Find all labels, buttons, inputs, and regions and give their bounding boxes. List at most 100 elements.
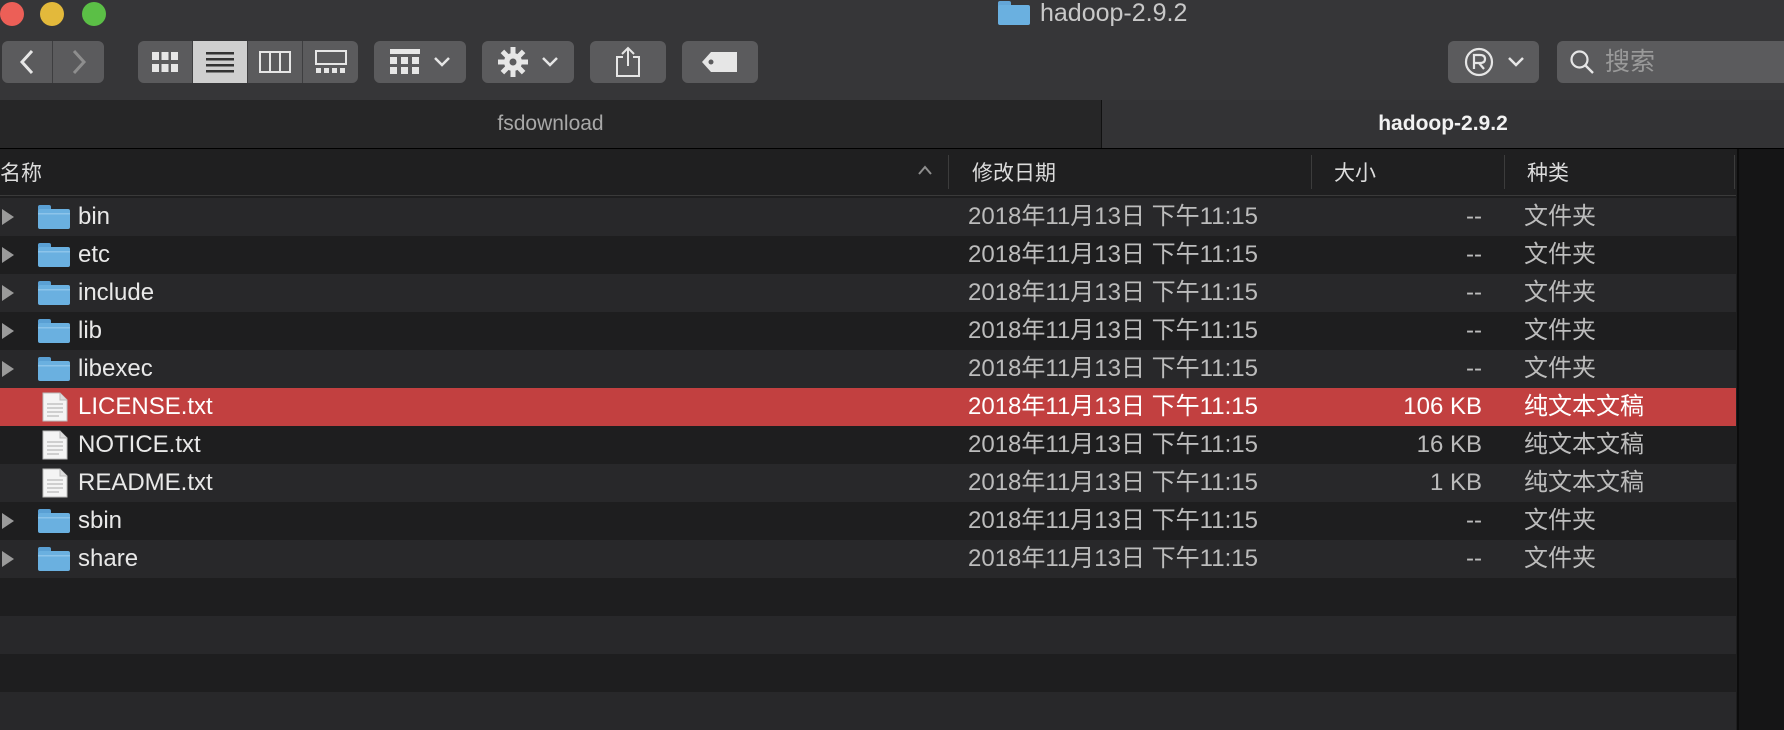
window-title-text: hadoop-2.9.2 xyxy=(1040,0,1188,27)
file-row[interactable]: NOTICE.txt 2018年11月13日 下午11:15 16 KB 纯文本… xyxy=(0,426,1736,464)
disclosure-triangle-icon[interactable] xyxy=(2,551,14,567)
empty-row xyxy=(0,616,1736,654)
text-document-icon xyxy=(38,468,68,505)
share-icon xyxy=(615,46,641,78)
chevron-left-icon xyxy=(19,49,35,75)
file-size: -- xyxy=(1466,355,1482,382)
icon-view-button[interactable] xyxy=(138,41,193,83)
file-name: include xyxy=(78,279,155,306)
app-menu-button[interactable] xyxy=(1448,41,1539,83)
file-size: -- xyxy=(1466,507,1482,534)
file-row[interactable]: sbin 2018年11月13日 下午11:15 -- 文件夹 xyxy=(0,502,1736,540)
sort-ascending-icon[interactable] xyxy=(918,165,932,175)
file-kind: 文件夹 xyxy=(1524,545,1596,572)
column-header-kind[interactable]: 种类 xyxy=(1527,149,1569,195)
chevron-down-icon xyxy=(434,57,450,67)
file-list: bin 2018年11月13日 下午11:15 -- 文件夹 etc 2018年… xyxy=(0,198,1736,730)
minimize-window-button[interactable] xyxy=(40,2,64,26)
columns-icon xyxy=(259,50,291,74)
file-size: 1 KB xyxy=(1429,469,1482,496)
tab-hadoop[interactable]: hadoop-2.9.2 xyxy=(1102,100,1784,148)
empty-row xyxy=(0,692,1736,730)
search-field[interactable] xyxy=(1557,41,1784,83)
file-kind: 文件夹 xyxy=(1524,317,1596,344)
file-row[interactable]: etc 2018年11月13日 下午11:15 -- 文件夹 xyxy=(0,236,1736,274)
gallery-view-button[interactable] xyxy=(303,41,358,83)
gallery-icon xyxy=(314,50,347,74)
disclosure-triangle-icon[interactable] xyxy=(2,285,14,301)
forward-button[interactable] xyxy=(53,41,104,83)
file-name: lib xyxy=(78,317,103,344)
file-date: 2018年11月13日 下午11:15 xyxy=(968,431,1258,458)
column-view-button[interactable] xyxy=(248,41,303,83)
gear-icon xyxy=(498,47,528,77)
file-name: LICENSE.txt xyxy=(78,393,213,420)
action-button[interactable] xyxy=(482,41,574,83)
registered-icon xyxy=(1464,47,1494,77)
file-kind: 文件夹 xyxy=(1524,279,1596,306)
tab-bar: fsdownload hadoop-2.9.2 xyxy=(0,100,1784,149)
file-size: -- xyxy=(1466,203,1482,230)
window-toolbar: hadoop-2.9.2 xyxy=(0,0,1784,101)
disclosure-triangle-icon[interactable] xyxy=(2,513,14,529)
folder-icon xyxy=(38,319,70,350)
file-row[interactable]: share 2018年11月13日 下午11:15 -- 文件夹 xyxy=(0,540,1736,578)
maximize-window-button[interactable] xyxy=(82,2,106,26)
group-by-button[interactable] xyxy=(374,41,466,83)
file-kind: 文件夹 xyxy=(1524,507,1596,534)
file-row-selected[interactable]: LICENSE.txt 2018年11月13日 下午11:15 106 KB 纯… xyxy=(0,388,1736,426)
file-size: 106 KB xyxy=(1403,393,1482,420)
column-header-name[interactable]: 名称 xyxy=(0,149,42,195)
navigation-group xyxy=(2,41,104,83)
file-kind: 文件夹 xyxy=(1524,203,1596,230)
file-name: NOTICE.txt xyxy=(78,431,201,458)
column-header-size[interactable]: 大小 xyxy=(1334,149,1376,195)
search-icon xyxy=(1569,49,1595,75)
search-input[interactable] xyxy=(1603,46,1784,78)
empty-row xyxy=(0,654,1736,692)
view-mode-group xyxy=(138,41,358,83)
list-view-button[interactable] xyxy=(193,41,248,83)
chevron-down-icon xyxy=(542,57,558,67)
file-name: README.txt xyxy=(78,469,213,496)
file-date: 2018年11月13日 下午11:15 xyxy=(968,241,1258,268)
grid-icon xyxy=(151,50,179,74)
file-name: share xyxy=(78,545,139,572)
file-kind: 纯文本文稿 xyxy=(1524,431,1644,458)
disclosure-triangle-icon[interactable] xyxy=(2,323,14,339)
file-kind: 文件夹 xyxy=(1524,241,1596,268)
column-divider[interactable] xyxy=(1311,155,1312,189)
folder-icon xyxy=(998,1,1030,25)
window-title: hadoop-2.9.2 xyxy=(998,0,1188,27)
file-date: 2018年11月13日 下午11:15 xyxy=(968,545,1258,572)
file-name: sbin xyxy=(78,507,123,534)
file-kind: 文件夹 xyxy=(1524,355,1596,382)
empty-row xyxy=(0,578,1736,616)
text-document-icon xyxy=(38,392,68,429)
column-divider[interactable] xyxy=(1504,155,1505,189)
close-window-button[interactable] xyxy=(0,2,24,26)
file-row[interactable]: bin 2018年11月13日 下午11:15 -- 文件夹 xyxy=(0,198,1736,236)
group-grid-icon xyxy=(390,49,420,75)
chevron-down-icon xyxy=(1507,57,1524,67)
column-header-date[interactable]: 修改日期 xyxy=(972,149,1056,195)
chevron-right-icon xyxy=(71,49,87,75)
column-divider xyxy=(1734,155,1735,189)
file-row[interactable]: include 2018年11月13日 下午11:15 -- 文件夹 xyxy=(0,274,1736,312)
file-row[interactable]: lib 2018年11月13日 下午11:15 -- 文件夹 xyxy=(0,312,1736,350)
folder-icon xyxy=(38,281,70,312)
file-date: 2018年11月13日 下午11:15 xyxy=(968,317,1258,344)
file-date: 2018年11月13日 下午11:15 xyxy=(968,279,1258,306)
back-button[interactable] xyxy=(2,41,53,83)
file-row[interactable]: README.txt 2018年11月13日 下午11:15 1 KB 纯文本文… xyxy=(0,464,1736,502)
disclosure-triangle-icon[interactable] xyxy=(2,361,14,377)
column-divider[interactable] xyxy=(948,155,949,189)
file-date: 2018年11月13日 下午11:15 xyxy=(968,393,1258,420)
file-size: 16 KB xyxy=(1416,431,1482,458)
disclosure-triangle-icon[interactable] xyxy=(2,209,14,225)
tab-fsdownload[interactable]: fsdownload xyxy=(0,100,1102,148)
share-button[interactable] xyxy=(590,41,666,83)
tag-button[interactable] xyxy=(682,41,758,83)
disclosure-triangle-icon[interactable] xyxy=(2,247,14,263)
file-row[interactable]: libexec 2018年11月13日 下午11:15 -- 文件夹 xyxy=(0,350,1736,388)
